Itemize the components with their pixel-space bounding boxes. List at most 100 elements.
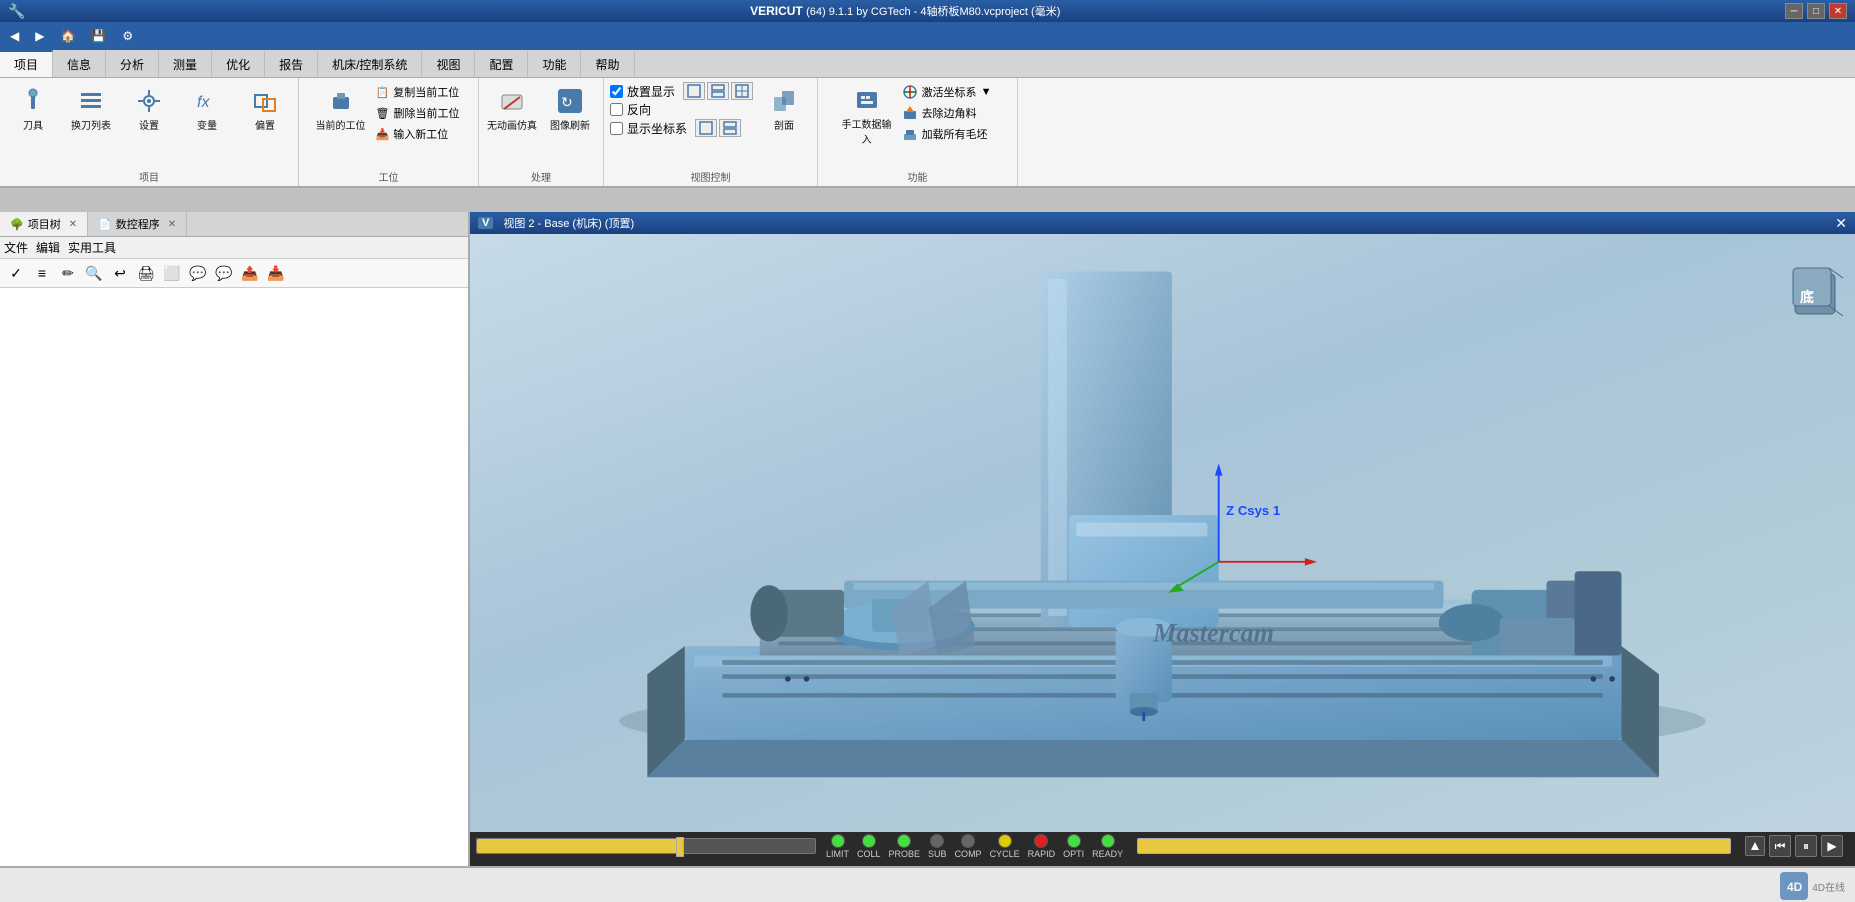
function-group-label: 功能 xyxy=(908,167,928,184)
section-btn[interactable]: 剖面 xyxy=(757,82,811,136)
tab-info[interactable]: 信息 xyxy=(53,50,106,77)
tab-project[interactable]: 项目 xyxy=(0,50,53,77)
variables-button[interactable]: fx 变量 xyxy=(180,82,234,136)
ready-indicator: READY xyxy=(1092,834,1123,859)
watermark-text: 4D在线 xyxy=(1812,879,1845,894)
rapid-dot xyxy=(1034,834,1048,848)
current-workpiece-btn[interactable]: 当前的工位 xyxy=(314,82,368,136)
toolbar-search-btn[interactable]: 🔍 xyxy=(82,261,106,285)
probe-indicator: PROBE xyxy=(889,834,921,859)
main-progress-track[interactable] xyxy=(476,838,816,854)
playback-controls: ⏮ ⏸ ▶ xyxy=(1739,835,1849,857)
import-workpiece-icon: 📥 xyxy=(376,128,390,141)
right-progress-track[interactable] xyxy=(1137,838,1731,854)
title-bar: 🔧 VERICUT (64) 9.1.1 by CGTech - 4轴桥板M80… xyxy=(0,0,1855,22)
qa-save-icon[interactable]: 💾 xyxy=(85,27,112,45)
toolbar-edit-btn[interactable]: ✏ xyxy=(56,261,80,285)
tab-optimize[interactable]: 优化 xyxy=(212,50,265,77)
reverse-check[interactable] xyxy=(610,103,623,116)
activate-csys-btn[interactable]: 激活坐标系 ▼ xyxy=(898,82,996,102)
limit-label: LIMIT xyxy=(826,849,849,859)
tab-machine-ctrl[interactable]: 机床/控制系统 xyxy=(318,50,422,77)
limit-indicator: LIMIT xyxy=(826,834,849,859)
tab-report[interactable]: 报告 xyxy=(265,50,318,77)
load-stock-btn[interactable]: 加载所有毛坯 xyxy=(898,124,996,144)
left-tab-nc-program[interactable]: 📄 数控程序 ✕ xyxy=(88,212,187,236)
view-icon-2[interactable] xyxy=(707,82,729,100)
status-bar: 4D 4D在线 xyxy=(0,866,1855,902)
csys-icon-2[interactable] xyxy=(719,119,741,137)
sub-indicator: SUB xyxy=(928,834,947,859)
tab-help[interactable]: 帮助 xyxy=(581,50,634,77)
settings-button[interactable]: 设置 xyxy=(122,82,176,136)
toolbar-list-btn[interactable]: ≡ xyxy=(30,261,54,285)
ribbon: 刀具 换刀列表 设置 fx 变量 xyxy=(0,78,1855,188)
toolbar-import-btn[interactable]: 📥 xyxy=(264,261,288,285)
viewport-header: V 视图 2 - Base (机床) (顶置) ✕ xyxy=(470,212,1855,234)
close-button[interactable]: ✕ xyxy=(1829,3,1847,19)
settings-icon xyxy=(135,87,163,115)
tab-measure[interactable]: 测量 xyxy=(159,50,212,77)
left-menu-tools[interactable]: 实用工具 xyxy=(68,239,116,256)
tab-view[interactable]: 视图 xyxy=(422,50,475,77)
to-start-button[interactable]: ⏮ xyxy=(1769,835,1791,857)
title-right[interactable]: ─ □ ✕ xyxy=(1785,3,1847,19)
project-tree-close[interactable]: ✕ xyxy=(69,219,77,230)
import-workpiece-label: 输入新工位 xyxy=(393,126,448,142)
main-progress-fill xyxy=(477,839,680,853)
play-button[interactable]: ▶ xyxy=(1821,835,1843,857)
maximize-button[interactable]: □ xyxy=(1807,3,1825,19)
expand-display-check[interactable] xyxy=(610,85,623,98)
tab-function[interactable]: 功能 xyxy=(528,50,581,77)
orientation-cube[interactable]: 底 xyxy=(1785,264,1845,324)
indicators-row: LIMIT COLL PROBE SUB COMP CYCLE xyxy=(820,832,1129,861)
show-csys-check[interactable] xyxy=(610,122,623,135)
toolbar-frame-btn[interactable]: ⬜ xyxy=(160,261,184,285)
pause-button[interactable]: ⏸ xyxy=(1795,835,1817,857)
toolbar-print-btn[interactable]: 🖨 xyxy=(134,261,158,285)
qa-forward-icon[interactable]: ▶ xyxy=(29,27,50,45)
left-content-area xyxy=(0,288,468,882)
remove-burr-btn[interactable]: 去除边角料 xyxy=(898,103,996,123)
tool-list-icon xyxy=(77,87,105,115)
sub-label: SUB xyxy=(928,849,947,859)
tools-label: 刀具 xyxy=(23,117,43,132)
view-icon-3[interactable] xyxy=(731,82,753,100)
minimize-button[interactable]: ─ xyxy=(1785,3,1803,19)
viewport-close-btn[interactable]: ✕ xyxy=(1835,215,1847,232)
delete-workpiece-btn[interactable]: 🗑 删除当前工位 xyxy=(372,103,464,123)
tool-list-button[interactable]: 换刀列表 xyxy=(64,82,118,136)
manual-data-btn[interactable]: 手工数据输入 xyxy=(840,82,894,150)
progress-thumb[interactable] xyxy=(676,837,684,857)
activate-csys-arrow[interactable]: ▼ xyxy=(981,86,992,98)
manual-data-label: 手工数据输入 xyxy=(842,116,892,146)
toolbar-comment2-btn[interactable]: 💬 xyxy=(212,261,236,285)
left-tab-project-tree[interactable]: 🌳 项目树 ✕ xyxy=(0,212,88,236)
view-icon-1[interactable] xyxy=(683,82,705,100)
refresh-btn[interactable]: ↻ 图像刷新 xyxy=(543,82,597,136)
toolbar-export-btn[interactable]: 📤 xyxy=(238,261,262,285)
tab-analysis[interactable]: 分析 xyxy=(106,50,159,77)
triangle-up-btn[interactable] xyxy=(1745,836,1765,856)
tools-button[interactable]: 刀具 xyxy=(6,82,60,136)
progress-bar-row: LIMIT COLL PROBE SUB COMP CYCLE xyxy=(470,832,1855,860)
import-workpiece-btn[interactable]: 📥 输入新工位 xyxy=(372,124,464,144)
tab-config[interactable]: 配置 xyxy=(475,50,528,77)
current-workpiece-icon xyxy=(327,87,355,115)
copy-workpiece-btn[interactable]: 📋 复制当前工位 xyxy=(372,82,464,102)
left-menu-edit[interactable]: 编辑 xyxy=(36,239,60,256)
nc-program-close[interactable]: ✕ xyxy=(168,219,176,230)
toolbar-check-btn[interactable]: ✓ xyxy=(4,261,28,285)
qa-settings-icon[interactable]: ⚙ xyxy=(116,27,139,45)
no-anim-btn[interactable]: 无动画仿真 xyxy=(485,82,539,136)
cycle-indicator: CYCLE xyxy=(990,834,1020,859)
reverse-label: 反向 xyxy=(627,101,651,118)
toolbar-comment1-btn[interactable]: 💬 xyxy=(186,261,210,285)
limit-dot xyxy=(831,834,845,848)
csys-icon-1[interactable] xyxy=(695,119,717,137)
left-menu-file[interactable]: 文件 xyxy=(4,239,28,256)
qa-back-icon[interactable]: ◀ xyxy=(4,27,25,45)
qa-home-icon[interactable]: 🏠 xyxy=(54,27,81,45)
toolbar-undo-btn[interactable]: ↩ xyxy=(108,261,132,285)
offset-button[interactable]: 偏置 xyxy=(238,82,292,136)
